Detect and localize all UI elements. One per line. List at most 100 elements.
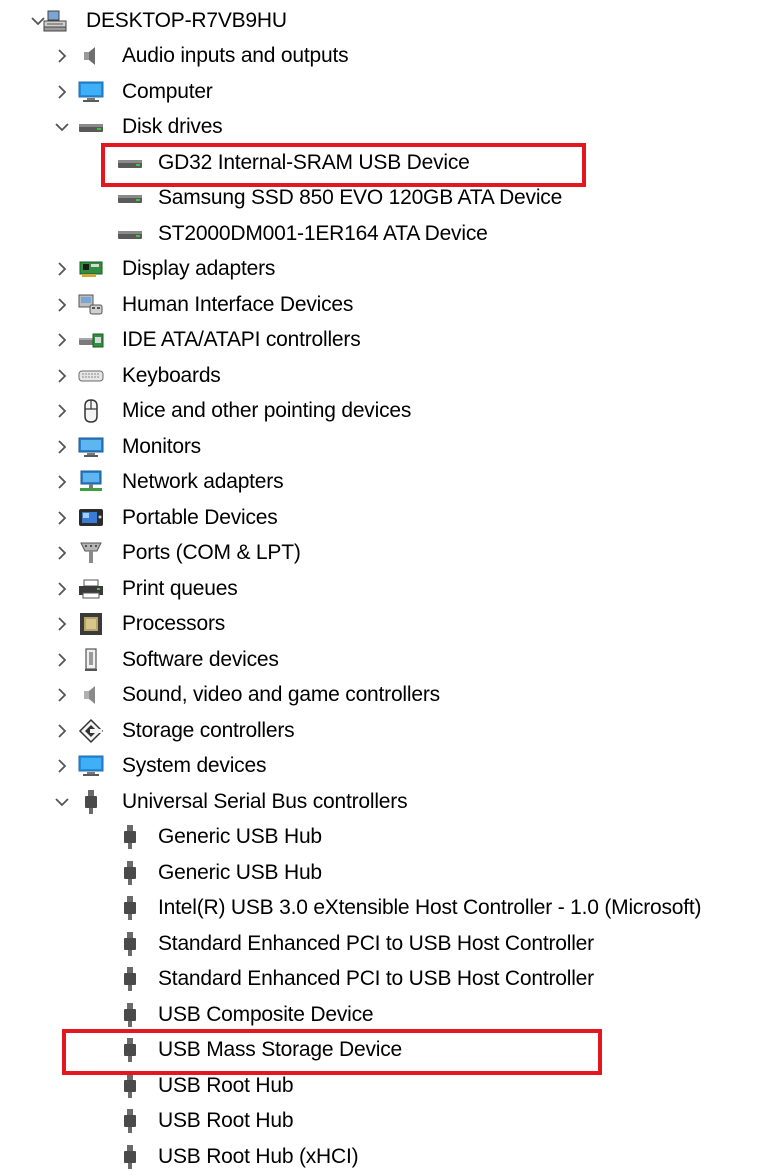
device-gd32-internal-sram[interactable]: GD32 Internal-SRAM USB Device: [0, 145, 770, 181]
chevron-right-icon[interactable]: [52, 721, 72, 741]
category-human-interface-devices[interactable]: Human Interface Devices: [0, 287, 770, 323]
port-icon: [78, 540, 104, 566]
chevron-right-icon[interactable]: [52, 259, 72, 279]
device-generic-usb-hub[interactable]: Generic USB Hub: [0, 855, 770, 891]
category-label: Print queues: [122, 576, 238, 600]
keyboard-icon: [78, 363, 104, 389]
category-label: Mice and other pointing devices: [122, 399, 412, 423]
chevron-right-icon[interactable]: [52, 437, 72, 457]
category-network-adapters[interactable]: Network adapters: [0, 465, 770, 501]
chevron-right-icon[interactable]: [52, 46, 72, 66]
category-label: Monitors: [122, 434, 201, 458]
device-label: USB Composite Device: [158, 1002, 374, 1026]
chevron-right-icon[interactable]: [52, 579, 72, 599]
device-usb-root-hub[interactable]: USB Root Hub: [0, 1068, 770, 1104]
chevron-right-icon[interactable]: [52, 366, 72, 386]
printer-icon: [78, 576, 104, 602]
device-label: Generic USB Hub: [158, 825, 322, 849]
category-monitors[interactable]: Monitors: [0, 429, 770, 465]
device-tree: DESKTOP-R7VB9HU Audio inputs and outputs: [0, 3, 770, 1175]
disk-drive-icon: [117, 221, 143, 247]
computer-network-icon: [42, 8, 68, 34]
category-software-devices[interactable]: Software devices: [0, 642, 770, 678]
device-label: ST2000DM001-1ER164 ATA Device: [158, 221, 488, 245]
device-usb-root-hub[interactable]: USB Root Hub: [0, 1104, 770, 1140]
device-label: Generic USB Hub: [158, 860, 322, 884]
category-sound-video-game[interactable]: Sound, video and game controllers: [0, 678, 770, 714]
category-label: Keyboards: [122, 363, 221, 387]
device-intel-usb3-xhci[interactable]: Intel(R) USB 3.0 eXtensible Host Control…: [0, 891, 770, 927]
category-label: Computer: [122, 79, 213, 103]
category-keyboards[interactable]: Keyboards: [0, 358, 770, 394]
storage-controller-icon: [78, 718, 104, 744]
speaker-icon: [78, 43, 104, 69]
device-label: Standard Enhanced PCI to USB Host Contro…: [158, 967, 594, 991]
chevron-right-icon[interactable]: [52, 295, 72, 315]
chevron-down-icon[interactable]: [52, 117, 72, 137]
category-print-queues[interactable]: Print queues: [0, 571, 770, 607]
mouse-icon: [78, 398, 104, 424]
network-adapter-icon: [78, 469, 104, 495]
usb-plug-icon: [117, 1108, 143, 1134]
category-ide-controllers[interactable]: IDE ATA/ATAPI controllers: [0, 323, 770, 359]
category-label: IDE ATA/ATAPI controllers: [122, 328, 361, 352]
chevron-right-icon[interactable]: [52, 756, 72, 776]
tree-root-label: DESKTOP-R7VB9HU: [86, 8, 287, 32]
chevron-right-icon[interactable]: [52, 508, 72, 528]
chevron-right-icon[interactable]: [52, 472, 72, 492]
category-audio-inputs-outputs[interactable]: Audio inputs and outputs: [0, 39, 770, 75]
category-label: Universal Serial Bus controllers: [122, 789, 408, 813]
category-label: Processors: [122, 612, 226, 636]
category-system-devices[interactable]: System devices: [0, 749, 770, 785]
chevron-right-icon[interactable]: [52, 614, 72, 634]
display-adapter-icon: [78, 256, 104, 282]
chevron-down-icon[interactable]: [52, 792, 72, 812]
category-disk-drives[interactable]: Disk drives: [0, 110, 770, 146]
chevron-right-icon[interactable]: [52, 685, 72, 705]
device-usb-mass-storage[interactable]: USB Mass Storage Device: [0, 1033, 770, 1069]
disk-drive-icon: [117, 185, 143, 211]
usb-plug-icon: [117, 1002, 143, 1028]
category-ports[interactable]: Ports (COM & LPT): [0, 536, 770, 572]
device-standard-enhanced-pci-usb[interactable]: Standard Enhanced PCI to USB Host Contro…: [0, 926, 770, 962]
category-label: System devices: [122, 754, 267, 778]
chevron-right-icon[interactable]: [52, 543, 72, 563]
category-mice[interactable]: Mice and other pointing devices: [0, 394, 770, 430]
chevron-right-icon[interactable]: [52, 401, 72, 421]
category-display-adapters[interactable]: Display adapters: [0, 252, 770, 288]
hid-icon: [78, 292, 104, 318]
usb-plug-icon: [117, 860, 143, 886]
category-portable-devices[interactable]: Portable Devices: [0, 500, 770, 536]
category-label: Ports (COM & LPT): [122, 541, 301, 565]
category-label: Disk drives: [122, 115, 223, 139]
chevron-right-icon[interactable]: [52, 650, 72, 670]
ide-controller-icon: [78, 327, 104, 353]
category-storage-controllers[interactable]: Storage controllers: [0, 713, 770, 749]
speaker-icon: [78, 682, 104, 708]
usb-plug-icon: [117, 1144, 143, 1170]
category-processors[interactable]: Processors: [0, 607, 770, 643]
usb-plug-icon: [117, 895, 143, 921]
disk-drive-icon: [78, 114, 104, 140]
device-usb-composite[interactable]: USB Composite Device: [0, 997, 770, 1033]
device-st2000dm001[interactable]: ST2000DM001-1ER164 ATA Device: [0, 216, 770, 252]
usb-plug-icon: [78, 789, 104, 815]
software-device-icon: [78, 647, 104, 673]
category-computer[interactable]: Computer: [0, 74, 770, 110]
chevron-right-icon[interactable]: [52, 82, 72, 102]
processor-icon: [78, 611, 104, 637]
device-usb-root-hub-xhci[interactable]: USB Root Hub (xHCI): [0, 1139, 770, 1175]
device-generic-usb-hub[interactable]: Generic USB Hub: [0, 820, 770, 856]
chevron-right-icon[interactable]: [52, 330, 72, 350]
device-label: GD32 Internal-SRAM USB Device: [158, 150, 470, 174]
device-standard-enhanced-pci-usb[interactable]: Standard Enhanced PCI to USB Host Contro…: [0, 962, 770, 998]
device-samsung-ssd[interactable]: Samsung SSD 850 EVO 120GB ATA Device: [0, 181, 770, 217]
tree-root[interactable]: DESKTOP-R7VB9HU: [0, 3, 770, 39]
device-label: USB Root Hub: [158, 1073, 294, 1097]
category-label: Display adapters: [122, 257, 276, 281]
device-label: USB Root Hub: [158, 1109, 294, 1133]
portable-device-icon: [78, 505, 104, 531]
usb-plug-icon: [117, 1037, 143, 1063]
category-usb-controllers[interactable]: Universal Serial Bus controllers: [0, 784, 770, 820]
category-label: Portable Devices: [122, 505, 278, 529]
